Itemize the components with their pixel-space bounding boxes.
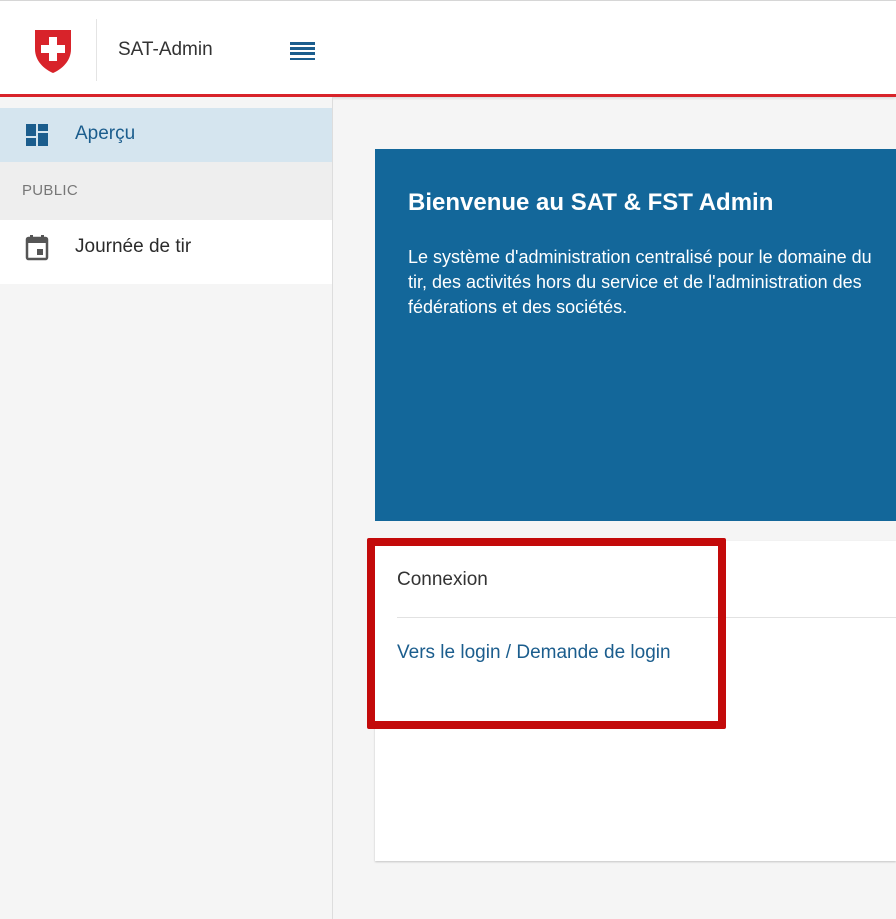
- app-title: SAT-Admin: [118, 39, 213, 60]
- top-bar: SAT-Admin: [0, 0, 896, 97]
- welcome-banner: Bienvenue au SAT & FST Admin Le système …: [375, 149, 896, 521]
- sidebar-item-label: Aperçu: [75, 123, 136, 144]
- sidebar: Aperçu PUBLIC Journée de tir: [0, 97, 333, 919]
- logo-area: [0, 19, 97, 81]
- calendar-icon: [25, 235, 49, 266]
- main-content: Bienvenue au SAT & FST Admin Le système …: [334, 100, 896, 919]
- sidebar-item-journee-de-tir[interactable]: Journée de tir: [0, 220, 332, 284]
- dashboard-icon: [25, 123, 49, 152]
- swiss-shield-icon: [35, 30, 71, 73]
- section-label: PUBLIC: [22, 182, 78, 199]
- sidebar-item-apercu[interactable]: Aperçu: [0, 108, 332, 162]
- welcome-text: Le système d'administration centralisé p…: [408, 247, 872, 317]
- welcome-title: Bienvenue au SAT & FST Admin: [408, 189, 774, 216]
- highlight-box: [367, 538, 726, 729]
- sidebar-item-label: Journée de tir: [75, 236, 192, 257]
- hamburger-menu-icon[interactable]: [290, 42, 316, 62]
- sidebar-section-public: PUBLIC: [0, 162, 332, 220]
